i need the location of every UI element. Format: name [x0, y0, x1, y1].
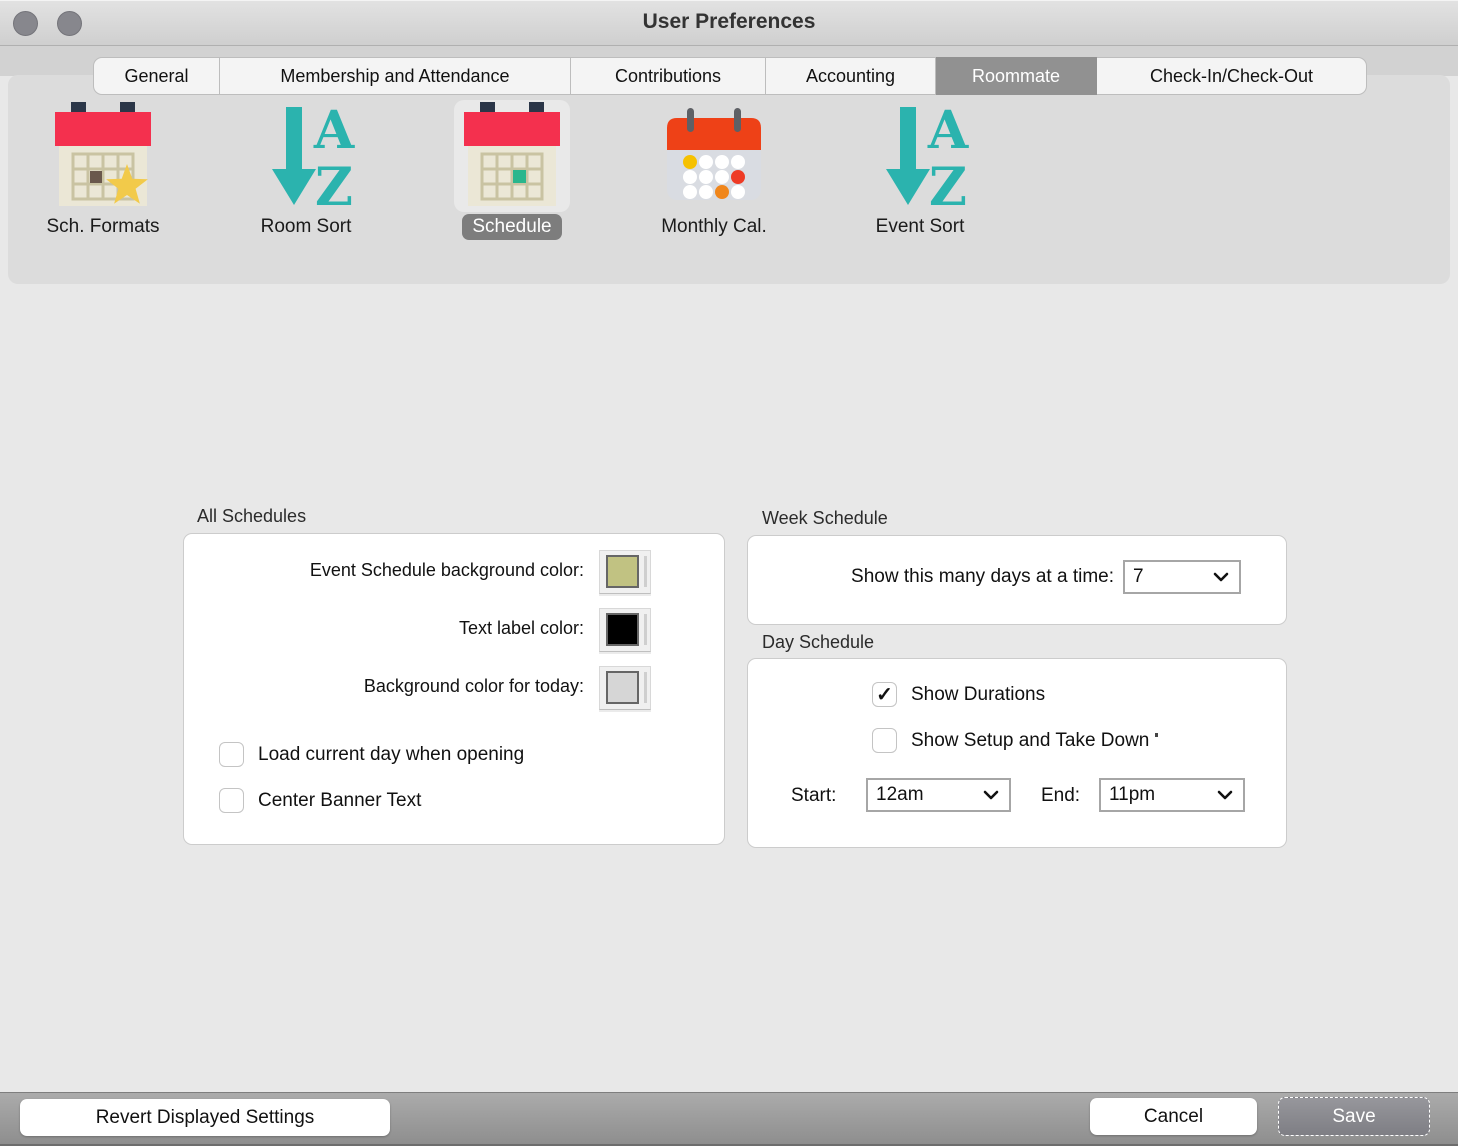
chevron-down-icon: [1217, 790, 1233, 800]
monthly-calendar-icon: [656, 100, 772, 212]
toolbar-item-event-sort[interactable]: A Z Event Sort: [818, 100, 1022, 240]
week-schedule-group-title: Week Schedule: [762, 508, 888, 529]
user-preferences-window: User Preferences General Membership and …: [0, 0, 1458, 1146]
text-label-color-well[interactable]: [599, 608, 651, 652]
svg-text:Z: Z: [929, 157, 967, 209]
text-label-color-label: Text label color:: [459, 618, 584, 639]
load-current-day-row: Load current day when opening: [219, 742, 524, 767]
show-durations-label: Show Durations: [911, 684, 1045, 706]
color-well-strip: [644, 672, 647, 703]
svg-text:A: A: [927, 103, 969, 161]
all-schedules-group: Event Schedule background color: Text la…: [183, 533, 725, 845]
days-at-a-time-value: 7: [1133, 566, 1213, 588]
tab-membership-and-attendance[interactable]: Membership and Attendance: [220, 57, 571, 95]
tab-general[interactable]: General: [93, 57, 220, 95]
end-time-value: 11pm: [1109, 784, 1217, 806]
az-sort-icon: A Z: [862, 100, 978, 212]
show-durations-checkbox[interactable]: ✓: [872, 682, 897, 707]
toolbar-label-schedule: Schedule: [462, 214, 561, 240]
color-swatch: [606, 555, 639, 588]
window-title: User Preferences: [0, 10, 1458, 34]
cancel-button[interactable]: Cancel: [1090, 1098, 1257, 1135]
end-time-select[interactable]: 11pm: [1099, 778, 1245, 812]
svg-text:A: A: [313, 103, 355, 161]
footer-bar: Revert Displayed Settings Cancel Save: [0, 1092, 1458, 1146]
title-bar: User Preferences: [0, 0, 1458, 46]
event-schedule-bg-color-row: Event Schedule background color:: [184, 550, 724, 594]
color-swatch: [606, 671, 639, 704]
show-setup-takedown-label: Show Setup and Take Down: [911, 730, 1158, 752]
event-schedule-bg-color-label: Event Schedule background color:: [310, 560, 584, 581]
show-setup-takedown-checkbox[interactable]: [872, 728, 897, 753]
revert-displayed-settings-button[interactable]: Revert Displayed Settings: [20, 1099, 390, 1136]
az-sort-icon: A Z: [248, 100, 364, 212]
center-banner-text-checkbox[interactable]: [219, 788, 244, 813]
toolbar-label-sch-formats: Sch. Formats: [37, 214, 170, 240]
day-schedule-group: ✓ Show Durations Show Setup and Take Dow…: [747, 658, 1287, 848]
show-setup-takedown-row: Show Setup and Take Down: [872, 728, 1158, 753]
save-button[interactable]: Save: [1278, 1097, 1430, 1136]
days-at-a-time-select[interactable]: 7: [1123, 560, 1241, 594]
center-banner-text-label: Center Banner Text: [258, 790, 421, 812]
tab-check-in-check-out[interactable]: Check-In/Check-Out: [1097, 57, 1367, 95]
day-schedule-group-title: Day Schedule: [762, 632, 874, 653]
days-at-a-time-label: Show this many days at a time:: [851, 566, 1114, 588]
center-banner-text-row: Center Banner Text: [219, 788, 421, 813]
calendar-day-icon: [454, 100, 570, 212]
load-current-day-label: Load current day when opening: [258, 744, 524, 766]
color-swatch: [606, 613, 639, 646]
today-bg-color-label: Background color for today:: [364, 676, 584, 697]
all-schedules-group-title: All Schedules: [197, 506, 306, 527]
color-well-strip: [644, 614, 647, 645]
start-label: Start:: [791, 785, 836, 807]
toolbar-label-monthly-cal: Monthly Cal.: [651, 214, 777, 240]
show-durations-row: ✓ Show Durations: [872, 682, 1045, 707]
text-label-color-row: Text label color:: [184, 608, 724, 652]
event-schedule-bg-color-well[interactable]: [599, 550, 651, 594]
chevron-down-icon: [1213, 572, 1229, 582]
toolbar-label-room-sort: Room Sort: [251, 214, 362, 240]
toolbar-label-event-sort: Event Sort: [866, 214, 975, 240]
tab-accounting[interactable]: Accounting: [766, 57, 936, 95]
today-bg-color-well[interactable]: [599, 666, 651, 710]
today-bg-color-row: Background color for today:: [184, 666, 724, 710]
load-current-day-checkbox[interactable]: [219, 742, 244, 767]
toolbar-item-schedule[interactable]: Schedule: [410, 100, 614, 240]
end-label: End:: [1041, 785, 1080, 807]
chevron-down-icon: [983, 790, 999, 800]
preference-tabs: General Membership and Attendance Contri…: [93, 57, 1367, 95]
week-schedule-group: Show this many days at a time: 7: [747, 535, 1287, 625]
toolbar-item-room-sort[interactable]: A Z Room Sort: [204, 100, 408, 240]
start-time-value: 12am: [876, 784, 983, 806]
tab-contributions[interactable]: Contributions: [571, 57, 766, 95]
svg-text:Z: Z: [315, 157, 353, 209]
color-well-strip: [644, 556, 647, 587]
calendar-star-icon: [45, 100, 161, 212]
toolbar-item-monthly-cal[interactable]: Monthly Cal.: [612, 100, 816, 240]
truncated-text-fragment: [1155, 733, 1158, 737]
toolbar-item-sch-formats[interactable]: Sch. Formats: [1, 100, 205, 240]
start-time-select[interactable]: 12am: [866, 778, 1011, 812]
tab-roommate[interactable]: Roommate: [936, 57, 1097, 95]
